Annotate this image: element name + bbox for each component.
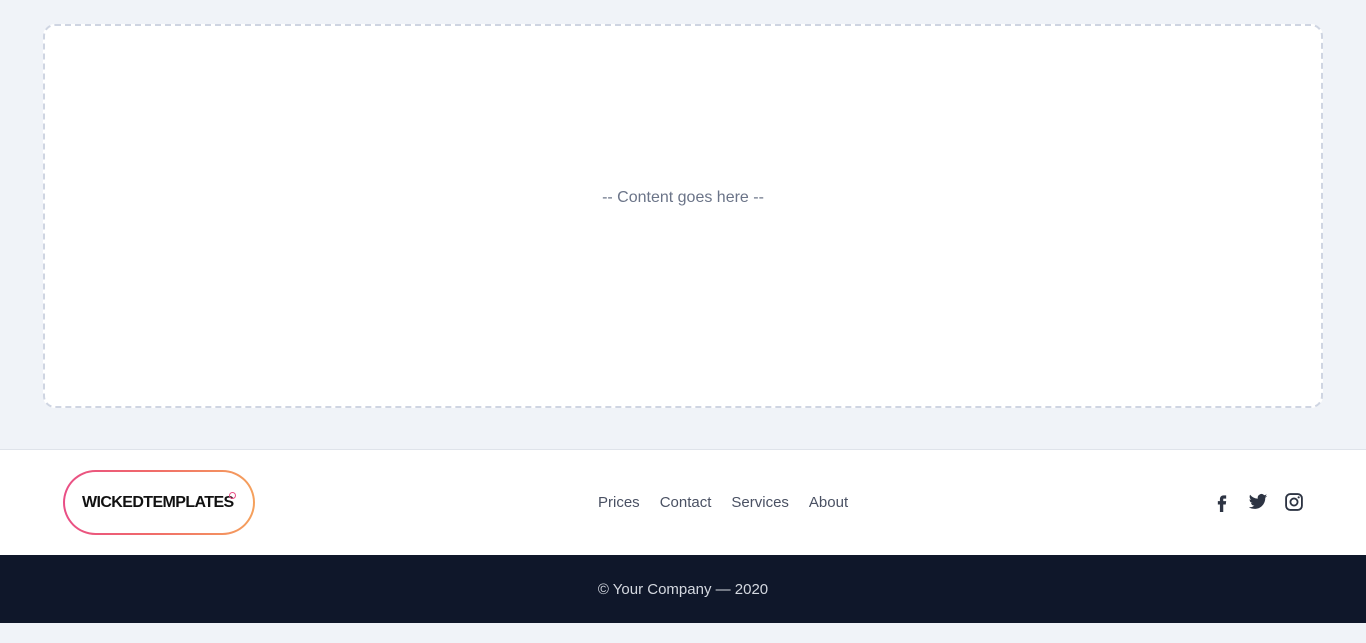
content-placeholder-text: -- Content goes here --	[602, 189, 764, 206]
footer-nav: Prices Contact Services About	[598, 494, 868, 511]
brand-logo-inner: WICKEDTEMPLATES	[65, 472, 253, 533]
copyright-text: © Your Company — 2020	[597, 580, 769, 598]
instagram-icon[interactable]	[1284, 492, 1304, 512]
copyright-bar: © Your Company — 2020	[0, 555, 1366, 623]
footer-nav-link-prices[interactable]: Prices	[598, 494, 640, 511]
brand-logo[interactable]: WICKEDTEMPLATES	[63, 470, 255, 535]
content-placeholder-box: -- Content goes here --	[43, 24, 1323, 408]
social-links	[1212, 492, 1304, 512]
brand-logo-text: WICKEDTEMPLATES	[82, 493, 234, 511]
footer: WICKEDTEMPLATES Prices Contact Services …	[0, 449, 1366, 555]
footer-nav-link-services[interactable]: Services	[731, 494, 789, 511]
twitter-icon[interactable]	[1248, 492, 1268, 512]
facebook-icon[interactable]	[1212, 492, 1232, 512]
footer-nav-link-contact[interactable]: Contact	[660, 494, 712, 511]
footer-nav-link-about[interactable]: About	[809, 494, 848, 511]
registered-mark-icon	[229, 492, 236, 499]
